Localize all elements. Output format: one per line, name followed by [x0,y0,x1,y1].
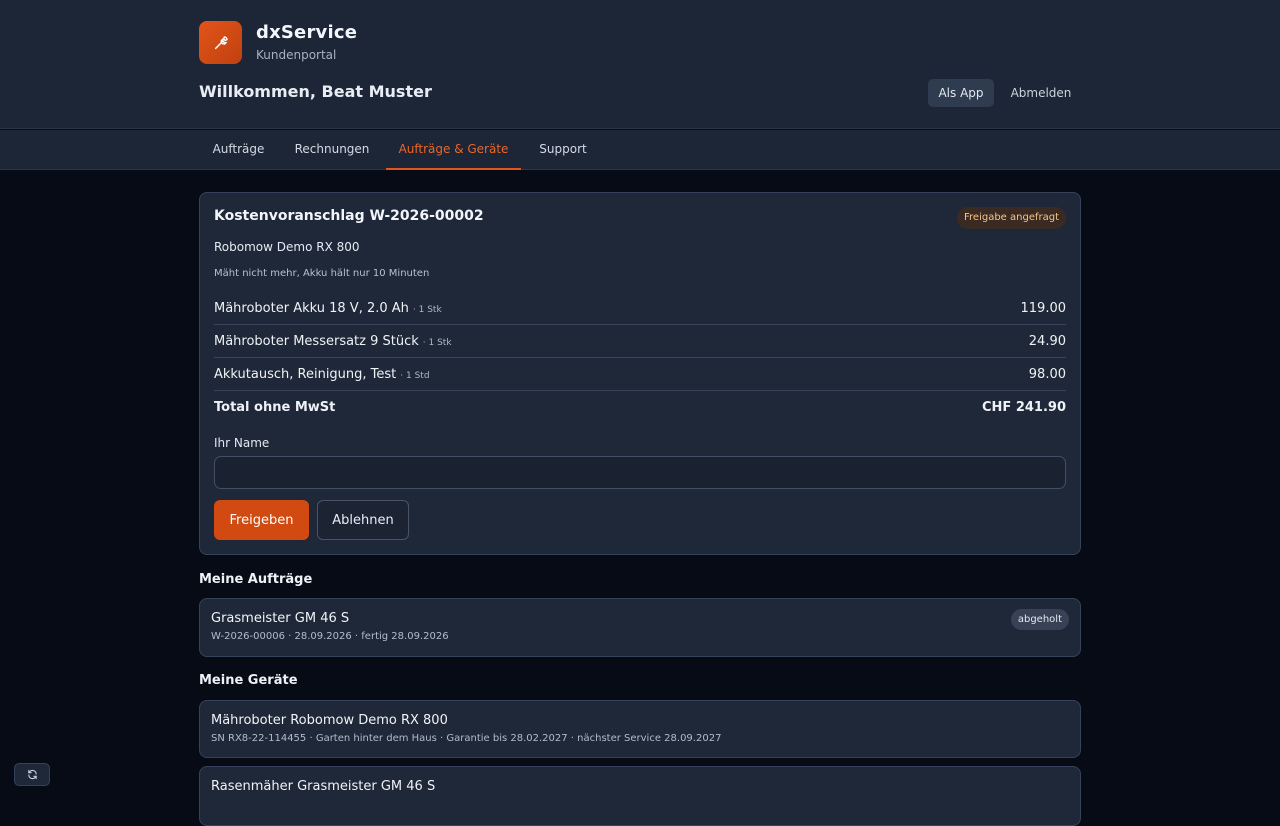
quote-title: Kostenvoranschlag W-2026-00002 [214,208,484,224]
item-qty: · 1 Stk [422,337,452,348]
devices-heading: Meine Geräte [199,673,298,688]
item-qty: · 1 Stk [412,304,442,315]
brand: dxService Kundenportal [199,21,357,64]
quote-device: Robomow Demo RX 800 [214,240,360,254]
item-name: Akkutausch, Reinigung, Test [214,366,397,382]
brand-name: dxService [256,22,358,43]
install-app-button[interactable]: Als App [928,79,994,107]
total-label: Total ohne MwSt [214,400,336,415]
device-item[interactable]: Mähroboter Robomow Demo RX 800 SN RX8-22… [199,700,1081,758]
item-price: 119.00 [1020,300,1067,316]
tab-auftraege-geraete[interactable]: Aufträge & Geräte [386,130,521,170]
status-badge: abgeholt [1010,609,1069,630]
order-title: Grasmeister GM 46 S [211,611,350,626]
line-item: Akkutausch, Reinigung, Test · 1 Std 98.00 [214,358,1066,391]
header: dxService Kundenportal Willkommen, Beat … [0,0,1280,129]
item-name: Mähroboter Messersatz 9 Stück [214,333,419,349]
refresh-icon [27,765,38,784]
logout-button[interactable]: Abmelden [1004,79,1078,107]
device-meta: SN RX8-22-114455 · Garten hinter dem Hau… [211,733,722,744]
welcome-message: Willkommen, Beat Muster [199,82,432,101]
order-item[interactable]: Grasmeister GM 46 S W-2026-00006 · 28.09… [199,598,1081,657]
wrench-icon [199,21,242,64]
device-item[interactable]: Rasenmäher Grasmeister GM 46 S [199,766,1081,826]
reject-button[interactable]: Ablehnen [317,500,409,540]
status-badge: Freigabe angefragt [957,207,1066,229]
item-price: 24.90 [1028,333,1066,349]
tab-rechnungen[interactable]: Rechnungen [282,130,382,170]
line-item: Mähroboter Messersatz 9 Stück · 1 Stk 24.… [214,325,1066,358]
brand-subtitle: Kundenportal [256,48,337,62]
line-item: Mähroboter Akku 18 V, 2.0 Ah · 1 Stk 119.… [214,292,1066,325]
total-row: Total ohne MwSt CHF 241.90 [214,391,1066,424]
quote-issue: Mäht nicht mehr, Akku hält nur 10 Minute… [214,268,430,279]
order-meta: W-2026-00006 · 28.09.2026 · fertig 28.09… [211,631,449,642]
refresh-button[interactable] [14,763,50,786]
tab-support[interactable]: Support [525,130,601,170]
tab-bar: Aufträge Rechnungen Aufträge & Geräte Su… [0,130,1280,170]
tab-auftraege[interactable]: Aufträge [199,130,278,170]
total-value: CHF 241.90 [982,400,1066,415]
item-price: 98.00 [1028,366,1066,382]
item-name: Mähroboter Akku 18 V, 2.0 Ah [214,300,409,316]
item-qty: · 1 Std [400,370,430,381]
approve-button[interactable]: Freigeben [214,500,309,540]
name-input[interactable] [214,456,1066,489]
orders-heading: Meine Aufträge [199,572,313,587]
device-title: Rasenmäher Grasmeister GM 46 S [211,779,436,794]
quote-card: Kostenvoranschlag W-2026-00002 Freigabe … [199,192,1081,555]
device-title: Mähroboter Robomow Demo RX 800 [211,713,448,728]
name-label: Ihr Name [214,436,270,450]
